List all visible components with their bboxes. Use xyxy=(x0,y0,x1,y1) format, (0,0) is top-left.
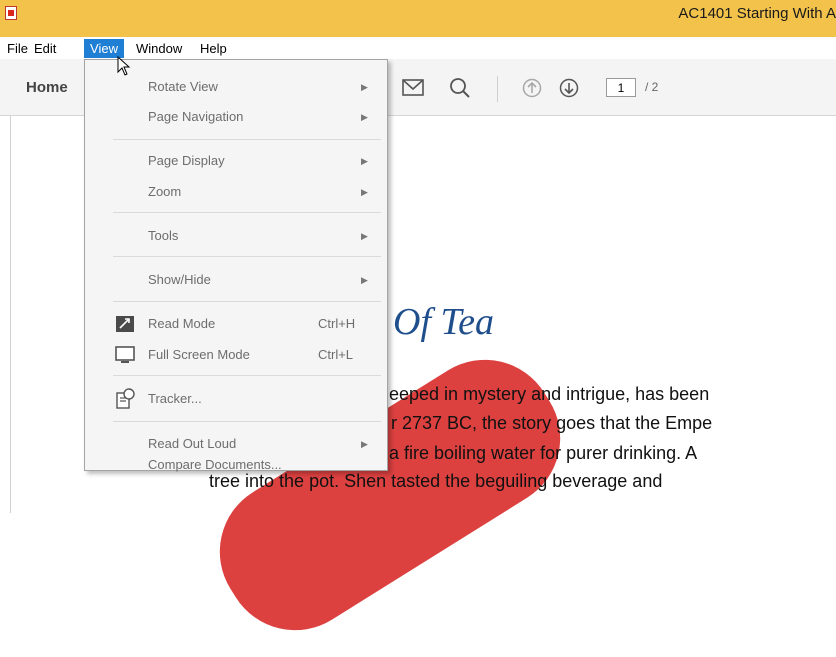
menu-item-tools[interactable]: Tools ▶ xyxy=(85,222,387,250)
menu-file[interactable]: File xyxy=(4,39,31,58)
menu-item-page-display[interactable]: Page Display ▶ xyxy=(85,147,387,175)
home-tab[interactable]: Home xyxy=(26,79,68,96)
menu-separator xyxy=(113,375,381,376)
submenu-arrow-icon: ▶ xyxy=(361,112,368,122)
menu-edit[interactable]: Edit xyxy=(31,39,59,58)
menu-item-tracker[interactable]: Tracker... xyxy=(85,385,387,413)
menu-separator xyxy=(113,212,381,213)
mouse-cursor-icon xyxy=(117,56,131,76)
menu-separator xyxy=(113,256,381,257)
menu-item-full-screen-mode[interactable]: Full Screen Mode Ctrl+L xyxy=(85,341,387,369)
document-line: eeped in mystery and intrigue, has been xyxy=(389,384,710,404)
menu-item-zoom[interactable]: Zoom ▶ xyxy=(85,178,387,206)
read-mode-icon xyxy=(116,316,134,332)
menu-item-show-hide[interactable]: Show/Hide ▶ xyxy=(85,266,387,294)
window-title: AC1401 Starting With A xyxy=(678,5,836,22)
submenu-arrow-icon: ▶ xyxy=(361,439,368,449)
page-number-input[interactable]: 1 xyxy=(606,78,636,97)
search-icon[interactable] xyxy=(449,77,471,99)
menu-item-rotate-view[interactable]: Rotate View ▶ xyxy=(85,73,387,101)
acrobat-app-icon[interactable] xyxy=(5,6,17,20)
document-line: r 2737 BC, the story goes that the Empe xyxy=(391,413,713,433)
submenu-arrow-icon: ▶ xyxy=(361,275,368,285)
submenu-arrow-icon: ▶ xyxy=(361,82,368,92)
view-menu-dropdown: Rotate View ▶ Page Navigation ▶ Page Dis… xyxy=(84,59,388,472)
document-line: tree into the pot. Shen tasted the begui… xyxy=(209,471,663,491)
previous-page-icon[interactable] xyxy=(522,78,542,98)
page-total: / 2 xyxy=(645,80,659,94)
submenu-arrow-icon: ▶ xyxy=(361,156,368,166)
menu-item-compare-documents[interactable]: Compare Documents... xyxy=(85,458,387,472)
menu-window[interactable]: Window xyxy=(133,39,185,58)
menu-item-page-navigation[interactable]: Page Navigation ▶ xyxy=(85,103,387,131)
menu-separator xyxy=(113,301,381,302)
document-heading: Of Tea xyxy=(393,301,495,343)
menu-separator xyxy=(113,139,381,140)
menu-separator xyxy=(113,421,381,422)
menu-item-read-out-loud[interactable]: Read Out Loud ▶ xyxy=(85,430,387,458)
menu-help[interactable]: Help xyxy=(197,39,230,58)
page-edge xyxy=(10,116,11,513)
toolbar-separator xyxy=(497,76,498,102)
full-screen-icon xyxy=(115,346,135,363)
email-icon[interactable] xyxy=(402,79,424,97)
submenu-arrow-icon: ▶ xyxy=(361,231,368,241)
document-line: a fire boiling water for purer drinking.… xyxy=(389,443,698,463)
menu-item-read-mode[interactable]: Read Mode Ctrl+H xyxy=(85,310,387,338)
submenu-arrow-icon: ▶ xyxy=(361,187,368,197)
next-page-icon[interactable] xyxy=(559,78,579,98)
tracker-icon xyxy=(116,388,135,409)
title-bar: AC1401 Starting With A xyxy=(0,0,836,37)
